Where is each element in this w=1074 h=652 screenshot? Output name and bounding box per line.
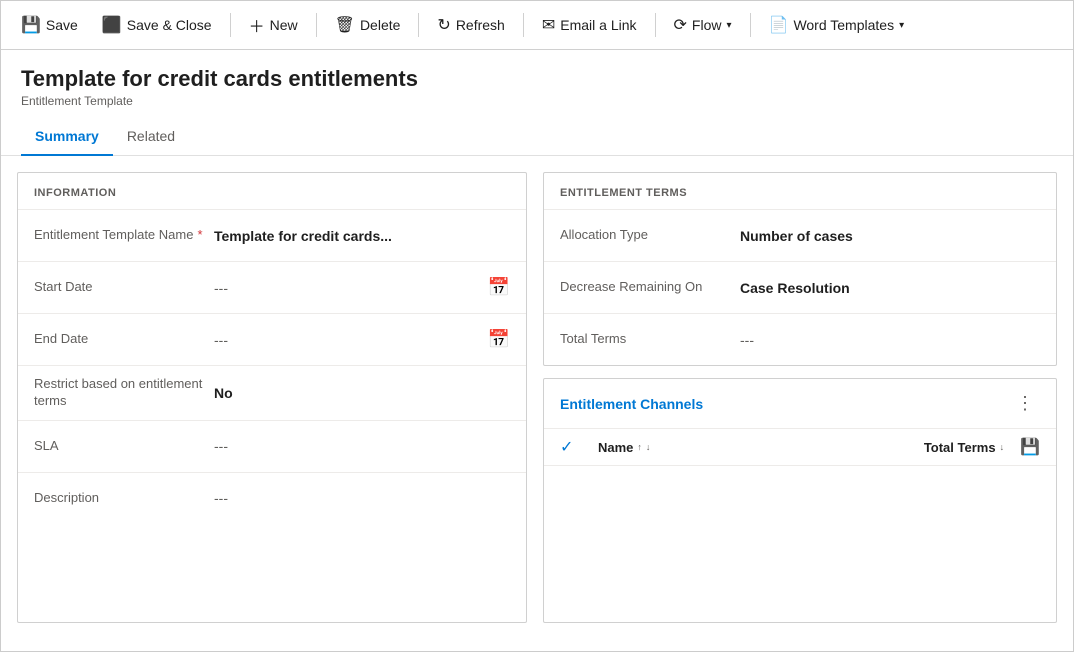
column-name[interactable]: Name ↑ ↓: [598, 440, 916, 455]
sla-empty: ---: [214, 438, 228, 454]
field-description: Description ---: [18, 472, 526, 524]
save-close-button[interactable]: ⬛ Save & Close: [92, 9, 222, 41]
information-header: INFORMATION: [18, 173, 526, 209]
label-allocation-type: Allocation Type: [560, 227, 740, 244]
column-name-label: Name: [598, 440, 633, 455]
save-close-icon: ⬛: [102, 15, 122, 35]
field-start-date: Start Date --- 📅: [18, 261, 526, 313]
value-start-date[interactable]: --- 📅: [214, 277, 510, 298]
page-title: Template for credit cards entitlements: [21, 66, 1053, 92]
flow-icon: ⟳: [674, 15, 687, 35]
value-end-date[interactable]: --- 📅: [214, 329, 510, 350]
page-subtitle: Entitlement Template: [21, 94, 1053, 108]
label-description: Description: [34, 490, 214, 507]
separator-2: [316, 13, 317, 37]
separator-5: [655, 13, 656, 37]
tabs-container: Summary Related: [1, 120, 1073, 156]
email-icon: ✉: [542, 15, 555, 35]
delete-label: Delete: [360, 17, 400, 33]
tab-summary[interactable]: Summary: [21, 120, 113, 156]
total-terms-empty: ---: [740, 332, 754, 348]
separator-4: [523, 13, 524, 37]
delete-icon: 🗑: [335, 15, 355, 35]
sort-asc-icon[interactable]: ↑: [637, 443, 642, 452]
end-date-empty: ---: [214, 332, 228, 348]
check-column: ✓: [560, 437, 590, 457]
flow-chevron-icon: ▾: [726, 20, 731, 31]
total-terms-sort-icon[interactable]: ↓: [1000, 443, 1005, 452]
refresh-button[interactable]: ↻ Refresh: [427, 9, 514, 41]
word-templates-icon: 📄: [769, 15, 789, 35]
information-panel: INFORMATION Entitlement Template Name* T…: [17, 172, 527, 623]
check-icon: ✓: [560, 437, 573, 457]
separator-6: [750, 13, 751, 37]
start-date-calendar-icon[interactable]: 📅: [488, 277, 510, 298]
toolbar: 💾 Save ⬛ Save & Close ＋ New 🗑 Delete ↻ R…: [1, 1, 1073, 50]
channels-header: Entitlement Channels ⋮: [544, 379, 1056, 429]
word-templates-button[interactable]: 📄 Word Templates ▾: [759, 9, 915, 41]
column-total-terms-label: Total Terms: [924, 440, 996, 455]
email-link-button[interactable]: ✉ Email a Link: [532, 9, 647, 41]
main-content: INFORMATION Entitlement Template Name* T…: [1, 156, 1073, 639]
tab-related[interactable]: Related: [113, 120, 189, 156]
flow-button[interactable]: ⟳ Flow ▾: [664, 9, 742, 41]
sort-desc-icon[interactable]: ↓: [646, 443, 651, 452]
refresh-label: Refresh: [456, 17, 505, 33]
end-date-calendar-icon[interactable]: 📅: [488, 329, 510, 350]
label-sla: SLA: [34, 438, 214, 455]
flow-label: Flow: [692, 17, 722, 33]
separator-1: [230, 13, 231, 37]
refresh-icon: ↻: [437, 15, 450, 35]
save-close-label: Save & Close: [127, 17, 212, 33]
label-restrict: Restrict based on entitlement terms: [34, 376, 214, 410]
new-icon: ＋: [249, 13, 265, 37]
label-total-terms: Total Terms: [560, 331, 740, 348]
field-entitlement-template-name: Entitlement Template Name* Template for …: [18, 209, 526, 261]
label-end-date: End Date: [34, 331, 214, 348]
entitlement-terms-header: ENTITLEMENT TERMS: [544, 173, 1056, 209]
column-total-terms[interactable]: Total Terms ↓: [924, 440, 1004, 455]
delete-button[interactable]: 🗑 Delete: [325, 9, 411, 41]
table-save-icon[interactable]: 💾: [1020, 437, 1040, 457]
save-icon: 💾: [21, 15, 41, 35]
field-total-terms: Total Terms ---: [544, 313, 1056, 365]
value-sla[interactable]: ---: [214, 438, 510, 454]
value-entitlement-template-name[interactable]: Template for credit cards...: [214, 228, 510, 244]
description-empty: ---: [214, 490, 228, 506]
field-allocation-type: Allocation Type Number of cases: [544, 209, 1056, 261]
field-restrict: Restrict based on entitlement terms No: [18, 365, 526, 420]
new-button[interactable]: ＋ New: [239, 7, 308, 43]
word-templates-chevron-icon: ▾: [899, 20, 904, 31]
new-label: New: [270, 17, 298, 33]
value-decrease-remaining[interactable]: Case Resolution: [740, 280, 1040, 296]
required-indicator: *: [197, 227, 202, 242]
save-label: Save: [46, 17, 78, 33]
channels-title: Entitlement Channels: [560, 396, 703, 412]
word-templates-label: Word Templates: [793, 17, 894, 33]
entitlement-terms-panel: ENTITLEMENT TERMS Allocation Type Number…: [543, 172, 1057, 366]
separator-3: [418, 13, 419, 37]
page-header: Template for credit cards entitlements E…: [1, 50, 1073, 108]
label-decrease-remaining: Decrease Remaining On: [560, 279, 740, 296]
value-description[interactable]: ---: [214, 490, 510, 506]
value-total-terms[interactable]: ---: [740, 332, 1040, 348]
entitlement-channels-panel: Entitlement Channels ⋮ ✓ Name ↑ ↓ Total …: [543, 378, 1057, 623]
right-panels: ENTITLEMENT TERMS Allocation Type Number…: [543, 172, 1057, 623]
channels-menu-button[interactable]: ⋮: [1010, 391, 1040, 416]
field-decrease-remaining: Decrease Remaining On Case Resolution: [544, 261, 1056, 313]
field-end-date: End Date --- 📅: [18, 313, 526, 365]
label-start-date: Start Date: [34, 279, 214, 296]
save-button[interactable]: 💾 Save: [11, 9, 88, 41]
start-date-empty: ---: [214, 280, 228, 296]
label-entitlement-template-name: Entitlement Template Name*: [34, 227, 214, 244]
field-sla: SLA ---: [18, 420, 526, 472]
channels-table-header: ✓ Name ↑ ↓ Total Terms ↓ 💾: [544, 429, 1056, 466]
value-allocation-type[interactable]: Number of cases: [740, 228, 1040, 244]
value-restrict[interactable]: No: [214, 385, 510, 401]
email-label: Email a Link: [560, 17, 636, 33]
